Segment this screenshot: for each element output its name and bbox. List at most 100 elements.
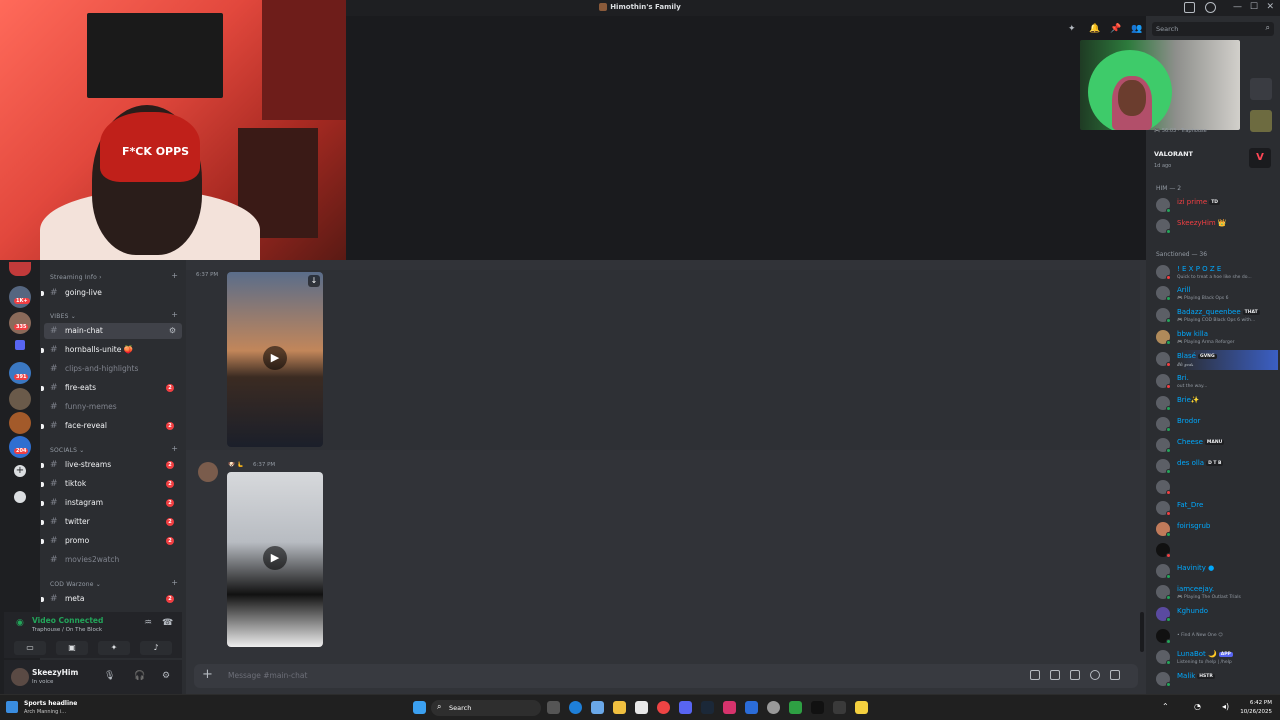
add-channel-icon[interactable]: + bbox=[171, 310, 178, 319]
threads-icon[interactable]: ✦ bbox=[1068, 24, 1076, 34]
member-item[interactable]: LunaBot 🌙 APP Listening to /help | /help bbox=[1154, 648, 1278, 668]
activities-button[interactable]: ✦ bbox=[98, 641, 130, 655]
maximize-button[interactable]: ☐ bbox=[1250, 2, 1258, 12]
member-item[interactable]: Blasé GVNG 𝓔𝓵𝓲 𝓰𝓸𝓭𝓼 bbox=[1154, 350, 1278, 370]
member-item[interactable]: Badazz_queenbee THAT 🎮 Playing COD Black O… bbox=[1154, 306, 1278, 326]
member-item[interactable]: des olla D T B bbox=[1154, 457, 1278, 477]
microphone-icon[interactable]: 🎙 bbox=[104, 671, 115, 681]
news-subtitle[interactable]: Arch Manning i... bbox=[24, 709, 66, 715]
app-icon[interactable] bbox=[745, 701, 758, 714]
server-icon[interactable] bbox=[9, 312, 31, 334]
category-vibes[interactable]: VIBES ⌄ bbox=[50, 313, 76, 320]
member-item[interactable]: bbw killa 🎮 Playing Arma Reforger bbox=[1154, 328, 1278, 348]
member-item[interactable]: izi prime TD bbox=[1154, 196, 1278, 216]
video-attachment[interactable]: ↓ ▶ bbox=[227, 272, 323, 447]
tiktok-icon[interactable] bbox=[811, 701, 824, 714]
pin-icon[interactable]: 📌 bbox=[1110, 24, 1121, 34]
video-attachment[interactable]: ▶ bbox=[227, 472, 323, 647]
add-server-icon[interactable]: + bbox=[14, 465, 26, 477]
member-item[interactable]: Fat_Dre bbox=[1154, 499, 1278, 519]
soundboard-button[interactable]: ♪ bbox=[140, 641, 172, 655]
camera-button[interactable]: ▭ bbox=[14, 641, 46, 655]
disconnect-icon[interactable]: ☎ bbox=[162, 618, 173, 628]
message-composer[interactable]: + Message #main-chat bbox=[194, 664, 1138, 688]
channel-main-chat[interactable]: # main-chat ⚙ bbox=[44, 323, 182, 339]
play-icon[interactable]: ▶ bbox=[263, 546, 287, 570]
sticker-icon[interactable] bbox=[1070, 670, 1080, 680]
member-item[interactable]: • Find A New One 😉 bbox=[1154, 627, 1278, 647]
add-channel-icon[interactable]: + bbox=[171, 444, 178, 453]
member-item[interactable]: SkeezyHim 👑 bbox=[1154, 217, 1278, 237]
edge-icon[interactable] bbox=[569, 701, 582, 714]
channel-instagram[interactable]: # instagram 2 bbox=[41, 495, 182, 511]
steam-icon[interactable] bbox=[701, 701, 714, 714]
inbox-icon[interactable] bbox=[1184, 2, 1195, 13]
folder-icon[interactable] bbox=[15, 340, 25, 350]
emoji-icon[interactable] bbox=[1090, 670, 1100, 680]
channel-promo[interactable]: # promo 2 bbox=[41, 533, 182, 549]
gift-icon[interactable] bbox=[1030, 670, 1040, 680]
category-socials[interactable]: SOCIALS ⌄ bbox=[50, 447, 85, 454]
screen-share-button[interactable]: ▣ bbox=[56, 641, 88, 655]
task-view-icon[interactable] bbox=[547, 701, 560, 714]
attach-plus-icon[interactable]: + bbox=[202, 667, 213, 682]
settings-icon[interactable] bbox=[767, 701, 780, 714]
headphones-icon[interactable]: 🎧 bbox=[134, 671, 145, 681]
download-icon[interactable]: ↓ bbox=[308, 275, 320, 287]
category-streaming-info[interactable]: Streaming Info › bbox=[50, 274, 102, 281]
member-item[interactable]: foirisgrub bbox=[1154, 520, 1278, 540]
play-icon[interactable]: ▶ bbox=[263, 346, 287, 370]
channel-going-live[interactable]: # going-live bbox=[41, 285, 182, 301]
gear-icon[interactable]: ⚙ bbox=[162, 671, 170, 681]
server-promo-icon[interactable] bbox=[1250, 110, 1272, 132]
windows-start-icon[interactable] bbox=[413, 701, 426, 714]
channel-meta[interactable]: # meta 2 bbox=[41, 591, 182, 607]
avatar[interactable] bbox=[11, 668, 29, 686]
member-item[interactable]: ! E X P O Z E Quick to treat a hoe like s… bbox=[1154, 263, 1278, 283]
wifi-icon[interactable]: ◔ bbox=[1194, 702, 1201, 711]
member-item[interactable]: Arill 🎮 Playing Black Ops 6 bbox=[1154, 284, 1278, 304]
channel-funny-memes[interactable]: # funny-memes bbox=[44, 399, 182, 415]
voice-status[interactable]: Video Connected bbox=[32, 616, 103, 625]
channel-tiktok[interactable]: # tiktok 2 bbox=[41, 476, 182, 492]
apps-icon[interactable] bbox=[1110, 670, 1120, 680]
member-item[interactable] bbox=[1154, 541, 1278, 561]
store-icon[interactable] bbox=[635, 701, 648, 714]
channel-hornballs-unite[interactable]: # hornballs-unite 🍑 bbox=[41, 342, 182, 358]
server-icon[interactable] bbox=[9, 362, 31, 384]
server-icon[interactable] bbox=[9, 286, 31, 308]
app-icon[interactable] bbox=[789, 701, 802, 714]
server-icon[interactable] bbox=[9, 262, 31, 276]
channel-movies2watch[interactable]: # movies2watch bbox=[44, 552, 182, 568]
discord-icon[interactable] bbox=[679, 701, 692, 714]
help-icon[interactable] bbox=[1205, 2, 1216, 13]
server-icon[interactable] bbox=[9, 436, 31, 458]
activity-game[interactable]: VALORANT bbox=[1154, 150, 1193, 158]
member-item[interactable]: iamceejay. 🎮 Playing The Outlast Trials bbox=[1154, 583, 1278, 603]
instagram-icon[interactable] bbox=[723, 701, 736, 714]
member-item[interactable]: Bri. out the way... bbox=[1154, 372, 1278, 392]
channel-fire-eats[interactable]: # fire-eats 2 bbox=[41, 380, 182, 396]
composer-placeholder[interactable]: Message #main-chat bbox=[228, 671, 307, 680]
member-item[interactable] bbox=[1154, 478, 1278, 498]
member-item[interactable]: Brie✨ bbox=[1154, 394, 1278, 414]
channel-clips-and-highlights[interactable]: # clips-and-highlights bbox=[44, 361, 182, 377]
member-item[interactable]: Cheese MANU bbox=[1154, 436, 1278, 456]
taskbar-clock[interactable]: 6:42 PM 10/26/2025 bbox=[1240, 699, 1272, 717]
server-icon[interactable] bbox=[9, 388, 31, 410]
member-item[interactable]: Malik HSTR bbox=[1154, 670, 1278, 690]
scrollbar[interactable] bbox=[1140, 612, 1144, 652]
chevron-up-icon[interactable]: ⌃ bbox=[1162, 702, 1169, 711]
notification-bell-icon[interactable]: 🔔 bbox=[1089, 24, 1100, 34]
server-promo-icon[interactable] bbox=[1250, 78, 1272, 100]
member-list-icon[interactable]: 👥 bbox=[1131, 24, 1142, 34]
noise-suppression-icon[interactable]: ♒ bbox=[144, 618, 152, 628]
close-button[interactable]: ✕ bbox=[1266, 2, 1274, 12]
category-cod-warzone[interactable]: COD Warzone ⌄ bbox=[50, 581, 101, 588]
message-author[interactable]: 🐶 🫷 bbox=[228, 462, 243, 468]
sticky-notes-icon[interactable] bbox=[855, 701, 868, 714]
discover-icon[interactable] bbox=[14, 491, 26, 503]
gif-icon[interactable] bbox=[1050, 670, 1060, 680]
add-channel-icon[interactable]: + bbox=[171, 578, 178, 587]
add-channel-icon[interactable]: + bbox=[171, 271, 178, 280]
